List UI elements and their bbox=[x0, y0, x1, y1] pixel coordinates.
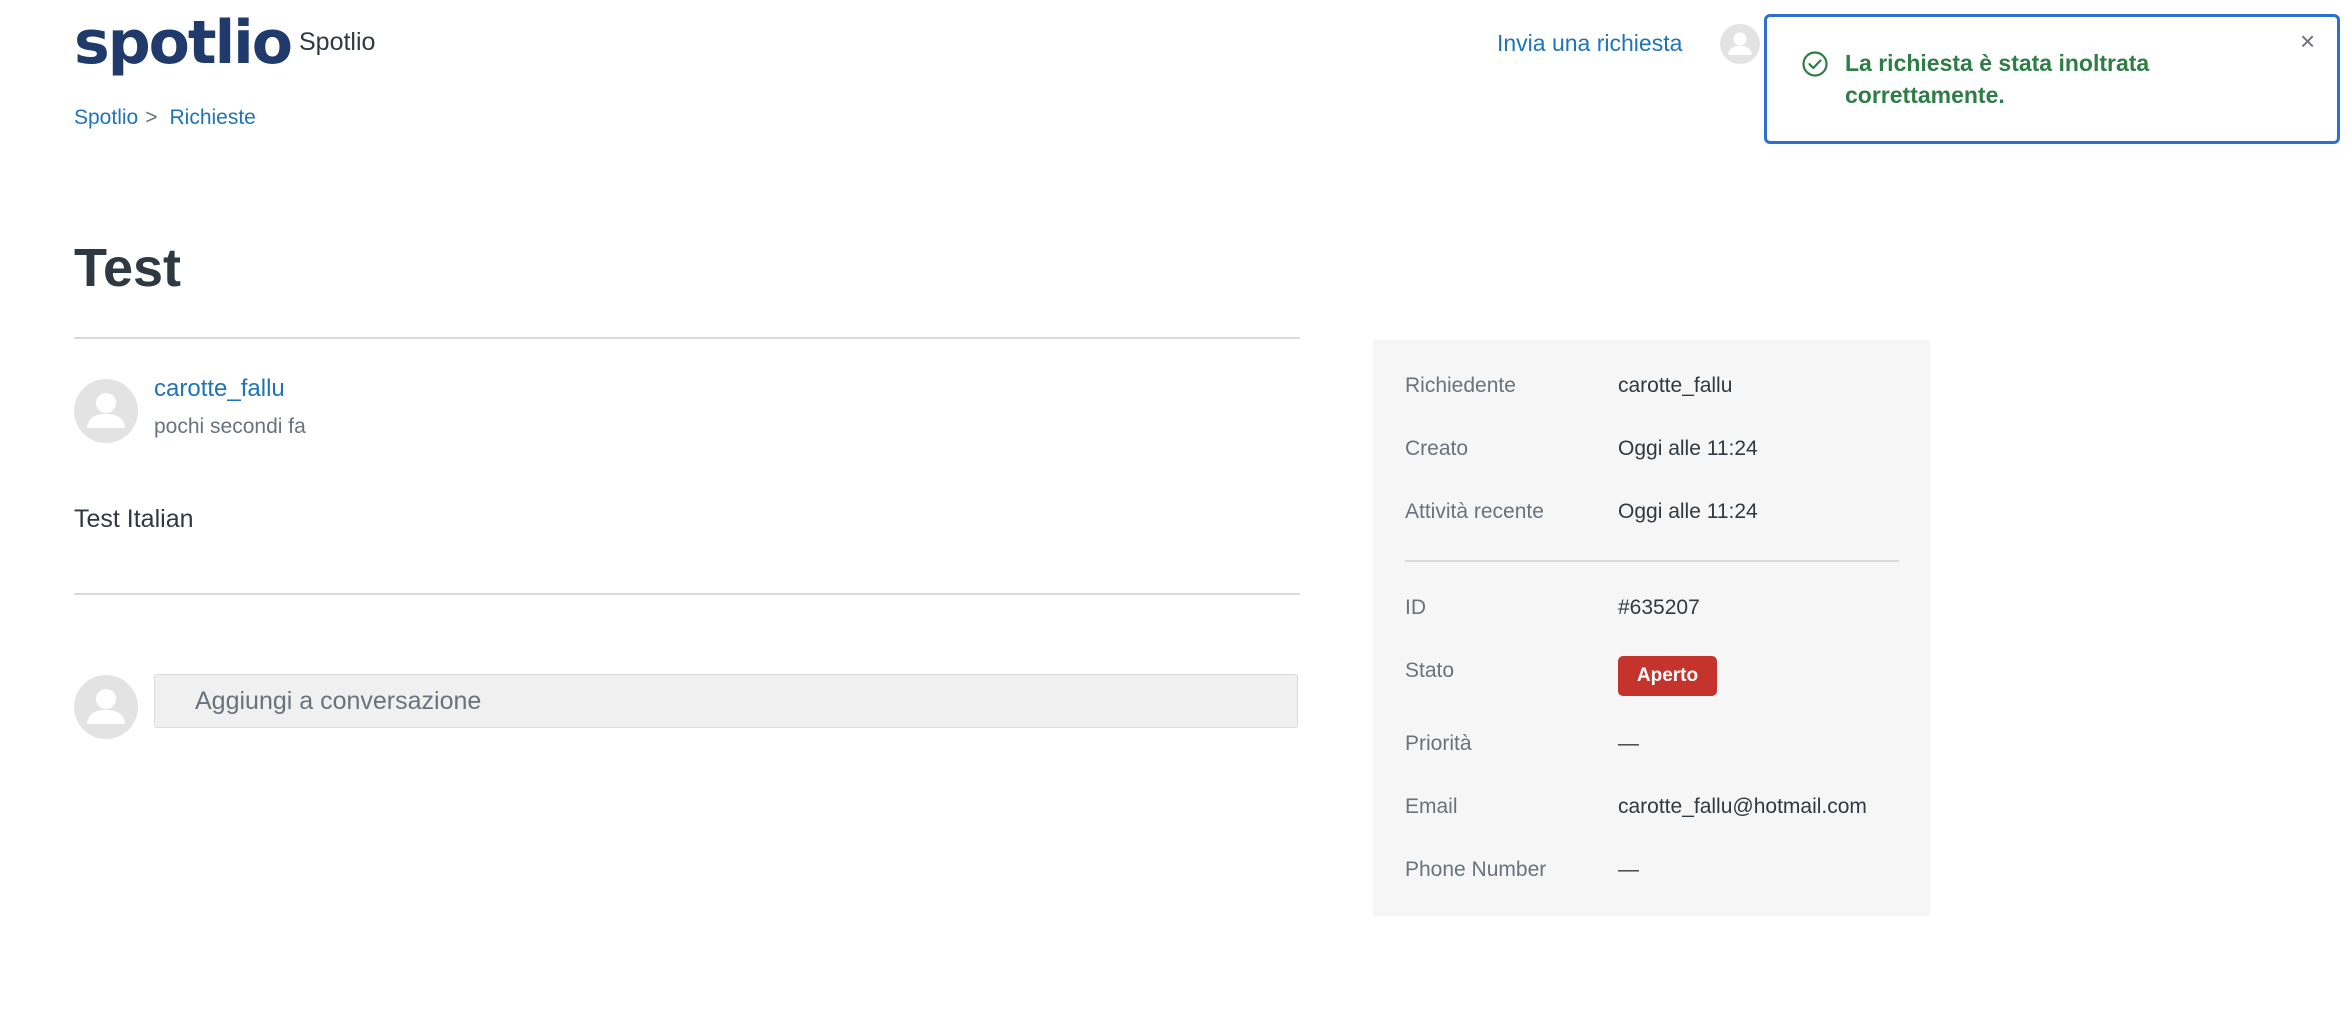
page-title: Test bbox=[74, 238, 182, 298]
brand-name[interactable]: Spotlio bbox=[299, 28, 375, 57]
breadcrumb-item-richieste[interactable]: Richieste bbox=[169, 106, 255, 130]
status-label: Stato bbox=[1405, 659, 1455, 682]
phone-label: Phone Number bbox=[1405, 858, 1547, 881]
reply-avatar bbox=[74, 675, 138, 739]
toast-message: La richiesta è stata inoltrata correttam… bbox=[1845, 50, 2150, 108]
breadcrumb-item-spotlio[interactable]: Spotlio bbox=[74, 106, 138, 130]
recent-activity-label: Attività recente bbox=[1405, 500, 1544, 523]
logo-text: spotlio bbox=[74, 8, 293, 78]
user-icon bbox=[87, 689, 125, 724]
phone-value: — bbox=[1618, 858, 1639, 881]
user-avatar[interactable] bbox=[1720, 24, 1760, 64]
breadcrumb: Spotlio > Richieste bbox=[74, 106, 256, 130]
id-label: ID bbox=[1405, 596, 1426, 619]
priority-label: Priorità bbox=[1405, 732, 1472, 755]
created-value: Oggi alle 11:24 bbox=[1618, 437, 1758, 460]
requester-value: carotte_fallu bbox=[1618, 374, 1733, 397]
breadcrumb-separator: > bbox=[145, 106, 158, 129]
submit-request-link[interactable]: Invia una richiesta bbox=[1497, 30, 1682, 57]
priority-value: — bbox=[1618, 732, 1639, 755]
check-circle-icon bbox=[1801, 50, 1829, 78]
spotlio-logo[interactable]: spotlio bbox=[74, 8, 293, 78]
email-value: carotte_fallu@hotmail.com bbox=[1618, 795, 1867, 818]
reply-input[interactable] bbox=[154, 674, 1298, 728]
close-icon[interactable]: × bbox=[2300, 28, 2315, 54]
email-label: Email bbox=[1405, 795, 1458, 818]
id-value: #635207 bbox=[1618, 596, 1700, 619]
comment-author-link[interactable]: carotte_fallu bbox=[154, 375, 285, 403]
comment-body: Test Italian bbox=[74, 505, 194, 533]
comment-timestamp: pochi secondi fa bbox=[154, 415, 306, 438]
status-badge: Aperto bbox=[1618, 656, 1717, 696]
comment-divider bbox=[74, 593, 1300, 595]
created-label: Creato bbox=[1405, 437, 1469, 460]
recent-activity-value: Oggi alle 11:24 bbox=[1618, 500, 1758, 523]
title-divider bbox=[74, 337, 1300, 339]
user-icon bbox=[1728, 32, 1752, 55]
request-details-panel bbox=[1373, 340, 1930, 916]
details-divider bbox=[1405, 560, 1899, 562]
comment-author-avatar bbox=[74, 379, 138, 443]
requester-label: Richiedente bbox=[1405, 374, 1516, 397]
user-icon bbox=[87, 393, 125, 428]
